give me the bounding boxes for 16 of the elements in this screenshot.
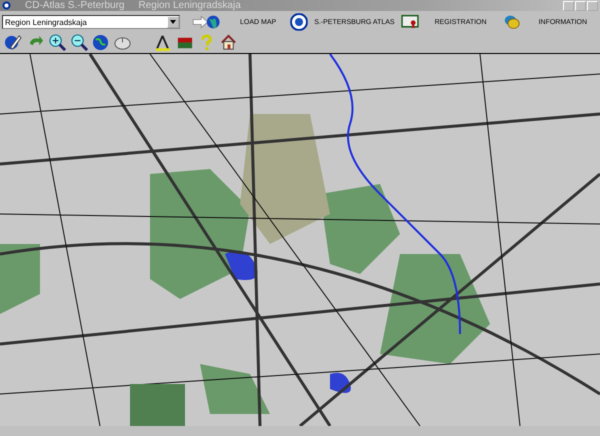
globe-pen-icon[interactable] [4, 34, 22, 52]
zoom-in-icon[interactable] [48, 34, 66, 52]
home-icon[interactable] [220, 34, 238, 52]
window-subtitle: Region Leningradskaja [138, 0, 241, 11]
minimize-button[interactable] [563, 0, 574, 10]
restore-button[interactable] [575, 0, 586, 10]
certificate-icon [400, 14, 418, 30]
zoom-out-icon[interactable] [70, 34, 88, 52]
close-button[interactable] [587, 0, 598, 10]
window-title: CD-Atlas S.-Peterburg [25, 0, 124, 11]
coins-icon [502, 14, 520, 30]
region-dropdown[interactable]: Region Leningradskaja [2, 15, 180, 29]
caret-icon [170, 20, 176, 24]
app-icon [2, 1, 11, 10]
arrow-globe-icon [192, 14, 220, 30]
compass-icon[interactable] [154, 34, 172, 52]
